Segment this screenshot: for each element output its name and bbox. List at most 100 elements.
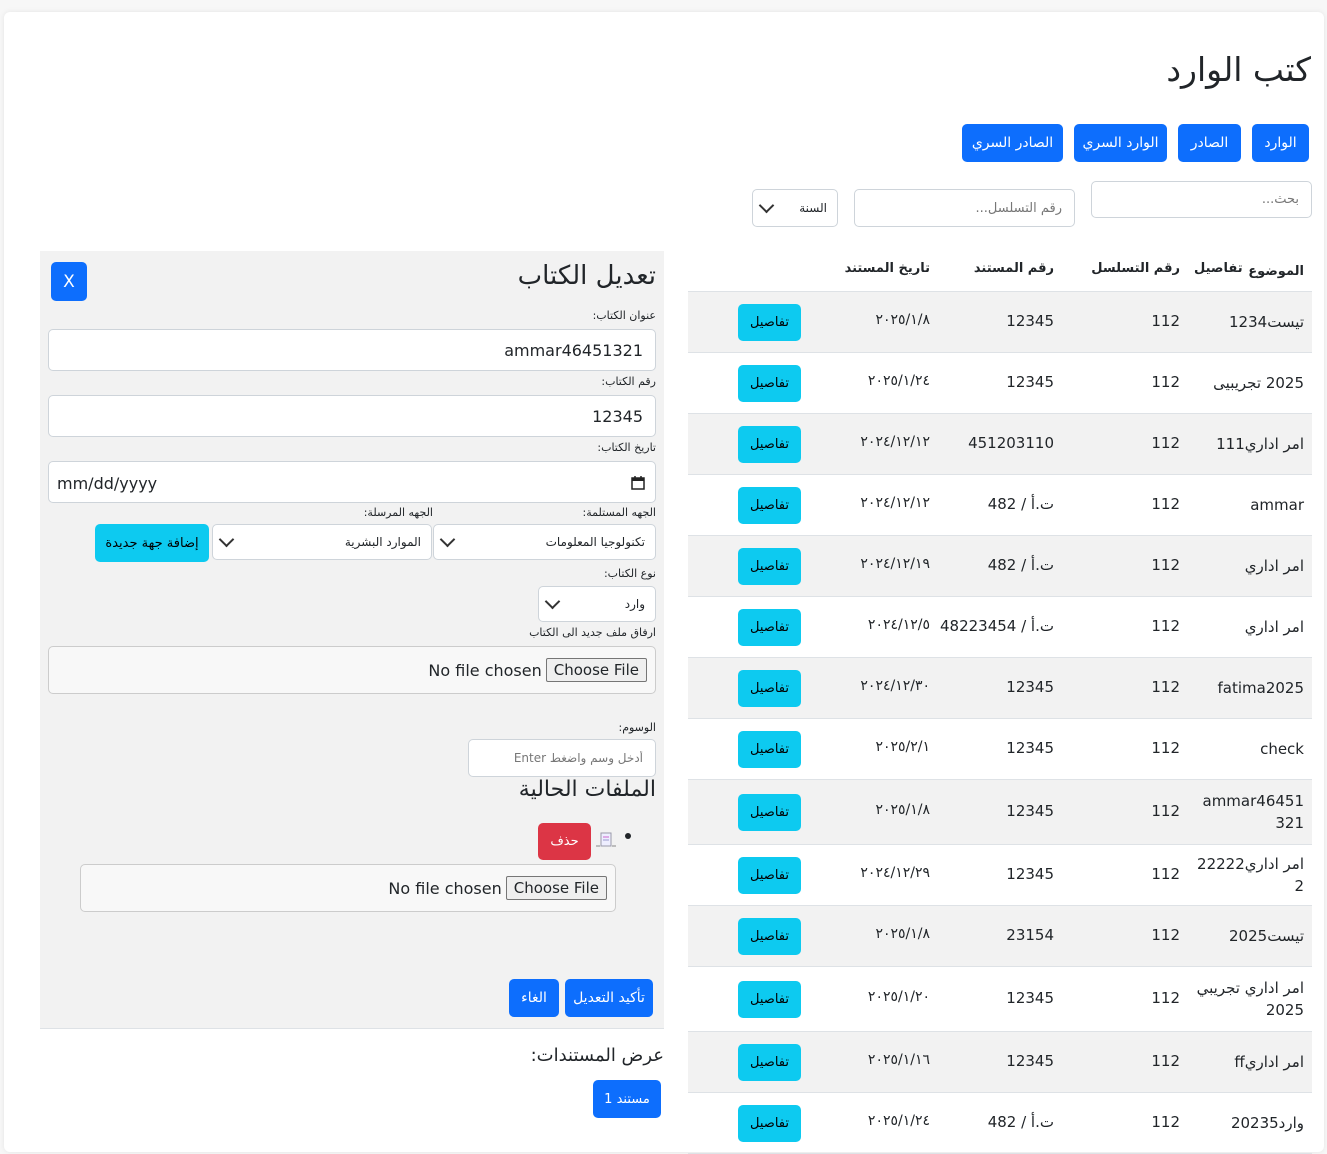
details-button[interactable]: تفاصيل bbox=[738, 1105, 801, 1142]
cell-doc-date: ٢٠٢٤/١٢/١٢ bbox=[860, 434, 930, 450]
current-files-title: الملفات الحالية bbox=[518, 777, 656, 802]
attach-label: ارفاق ملف جديد الى الكتاب bbox=[529, 626, 656, 639]
cell-serial: 112 bbox=[1151, 1113, 1180, 1131]
cell-subject: تيست2025 bbox=[1229, 927, 1304, 945]
date-placeholder: mm/dd/yyyy bbox=[57, 474, 158, 493]
book-type-select[interactable]: وارد bbox=[538, 586, 656, 622]
details-button[interactable]: تفاصيل bbox=[738, 365, 801, 402]
file-icon bbox=[596, 832, 616, 847]
details-button[interactable]: تفاصيل bbox=[738, 670, 801, 707]
document-1-button[interactable]: مستند 1 bbox=[593, 1080, 661, 1118]
table-row: fatima2025 112 12345 ٢٠٢٤/١٢/٣٠ تفاصيل bbox=[688, 658, 1312, 719]
header-doc-date: تاريخ المستند bbox=[844, 261, 930, 276]
close-button[interactable]: X bbox=[51, 262, 87, 301]
table-row: تيست1234 112 12345 ٢٠٢٥/١/٨ تفاصيل bbox=[688, 292, 1312, 353]
cell-subject: امر اداري bbox=[1244, 618, 1304, 636]
cell-serial: 112 bbox=[1151, 434, 1180, 452]
cell-doc-number: 12345 bbox=[1006, 865, 1054, 883]
table-row: check 112 12345 ٢٠٢٥/٢/١ تفاصيل bbox=[688, 719, 1312, 780]
cell-doc-date: ٢٠٢٥/١/٢٤ bbox=[867, 373, 930, 389]
cell-doc-date: ٢٠٢٥/٢/١ bbox=[875, 739, 930, 755]
sender-select[interactable]: الموارد البشرية bbox=[212, 524, 432, 560]
cell-serial: 112 bbox=[1151, 312, 1180, 330]
chevron-down-icon bbox=[758, 197, 775, 214]
header-doc-number: رقم المستند bbox=[973, 261, 1054, 276]
cell-doc-date: ٢٠٢٤/١٢/١٢ bbox=[860, 495, 930, 511]
nav-secret-outgoing-button[interactable]: الصادر السري bbox=[962, 124, 1063, 162]
cell-doc-number: ت.أ / 482 bbox=[987, 1113, 1054, 1131]
delete-file-button[interactable]: حذف bbox=[538, 823, 591, 860]
receiver-select[interactable]: تكنولوجيا المعلومات bbox=[433, 524, 656, 560]
cell-doc-date: ٢٠٢٥/١/١٦ bbox=[867, 1052, 930, 1068]
serial-search-input[interactable] bbox=[854, 189, 1075, 227]
book-number-input[interactable] bbox=[48, 395, 656, 437]
documents-table: الموضوع رقم التسلسل رقم المستند تاريخ ال… bbox=[688, 251, 1312, 1154]
table-row: ammar46451321 112 12345 ٢٠٢٥/١/٨ تفاصيل bbox=[688, 780, 1312, 845]
details-button[interactable]: تفاصيل bbox=[738, 857, 801, 894]
nav-incoming-button[interactable]: الوارد bbox=[1252, 124, 1309, 162]
tags-input[interactable] bbox=[468, 739, 656, 777]
cell-serial: 112 bbox=[1151, 556, 1180, 574]
cell-doc-date: ٢٠٢٤/١٢/٣٠ bbox=[860, 678, 930, 694]
details-button[interactable]: تفاصيل bbox=[738, 1044, 801, 1081]
cell-subject: امر اداريff bbox=[1234, 1053, 1304, 1071]
table-row: امر اداريff 112 12345 ٢٠٢٥/١/١٦ تفاصيل bbox=[688, 1032, 1312, 1093]
choose-file-button[interactable]: Choose File bbox=[545, 658, 647, 682]
details-button[interactable]: تفاصيل bbox=[738, 918, 801, 955]
table-row: تيست2025 112 23154 ٢٠٢٥/١/٨ تفاصيل bbox=[688, 906, 1312, 967]
no-file-text: No file chosen bbox=[388, 878, 502, 898]
cell-subject: امر اداري222222 bbox=[1197, 855, 1304, 895]
documents-title: عرض المستندات: bbox=[530, 1045, 664, 1066]
cell-doc-number: ت.أ / 48223454 bbox=[939, 617, 1054, 635]
table-row: امر اداري 112 ت.أ / 482 ٢٠٢٤/١٢/١٩ تفاصيل bbox=[688, 536, 1312, 597]
details-button[interactable]: تفاصيل bbox=[738, 981, 801, 1018]
add-entity-button[interactable]: إضافة جهة جديدة bbox=[95, 524, 209, 562]
attach-file-input[interactable]: No file chosen Choose File bbox=[48, 646, 656, 694]
chevron-down-icon bbox=[544, 593, 561, 610]
details-button[interactable]: تفاصيل bbox=[738, 548, 801, 585]
confirm-edit-button[interactable]: تأكيد التعديل bbox=[565, 979, 653, 1017]
table-row: امر اداري تجريبي 2025 112 12345 ٢٠٢٥/١/٢٠ تف… bbox=[688, 967, 1312, 1032]
header-details: تفاصيل bbox=[1194, 261, 1243, 276]
cell-doc-number: 12345 bbox=[1006, 312, 1054, 330]
book-title-input[interactable] bbox=[48, 329, 656, 371]
details-button[interactable]: تفاصيل bbox=[738, 794, 801, 831]
book-type-label: نوع الكتاب: bbox=[603, 567, 656, 580]
book-number-label: رقم الكتاب: bbox=[601, 375, 656, 388]
details-button[interactable]: تفاصيل bbox=[738, 487, 801, 524]
year-select[interactable]: السنة bbox=[752, 189, 838, 227]
chevron-down-icon bbox=[218, 531, 235, 548]
calendar-icon[interactable] bbox=[631, 475, 645, 490]
cell-doc-number: 12345 bbox=[1006, 802, 1054, 820]
details-button[interactable]: تفاصيل bbox=[738, 609, 801, 646]
book-type-value: وارد bbox=[624, 597, 645, 611]
search-input[interactable] bbox=[1091, 181, 1312, 218]
cell-doc-number: 12345 bbox=[1006, 989, 1054, 1007]
cell-doc-date: ٢٠٢٥/١/٢٤ bbox=[867, 1113, 930, 1129]
cancel-button[interactable]: الغاء bbox=[509, 979, 559, 1017]
cell-doc-date: ٢٠٢٤/١٢/٢٩ bbox=[860, 865, 930, 881]
book-date-input[interactable]: mm/dd/yyyy bbox=[48, 461, 656, 503]
cell-subject: ammar46451321 bbox=[1202, 792, 1305, 832]
cell-serial: 112 bbox=[1151, 989, 1180, 1007]
nav-outgoing-button[interactable]: الصادر bbox=[1178, 124, 1241, 162]
cell-doc-date: ٢٠٢٥/١/٨ bbox=[875, 926, 930, 942]
chevron-down-icon bbox=[439, 531, 456, 548]
book-date-label: تاريخ الكتاب: bbox=[597, 441, 656, 454]
cell-doc-number: 23154 bbox=[1006, 926, 1054, 944]
cell-doc-number: 12345 bbox=[1006, 1052, 1054, 1070]
cell-serial: 112 bbox=[1151, 1052, 1180, 1070]
cell-serial: 112 bbox=[1151, 865, 1180, 883]
book-title-label: عنوان الكتاب: bbox=[592, 309, 656, 322]
choose-file-button[interactable]: Choose File bbox=[505, 876, 607, 900]
table-row: امر اداري 112 ت.أ / 48223454 ٢٠٢٤/١٢/٥ تفاصي… bbox=[688, 597, 1312, 658]
cell-subject: ammar bbox=[1250, 496, 1304, 514]
details-button[interactable]: تفاصيل bbox=[738, 426, 801, 463]
receiver-label: الجهه المستلمة: bbox=[582, 506, 656, 519]
cell-doc-date: ٢٠٢٤/١٢/١٩ bbox=[860, 556, 930, 572]
nav-secret-incoming-button[interactable]: الوارد السري bbox=[1074, 124, 1167, 162]
details-button[interactable]: تفاصيل bbox=[738, 731, 801, 768]
details-button[interactable]: تفاصيل bbox=[738, 304, 801, 341]
cell-serial: 112 bbox=[1151, 373, 1180, 391]
replace-file-input[interactable]: No file chosen Choose File bbox=[80, 864, 616, 912]
